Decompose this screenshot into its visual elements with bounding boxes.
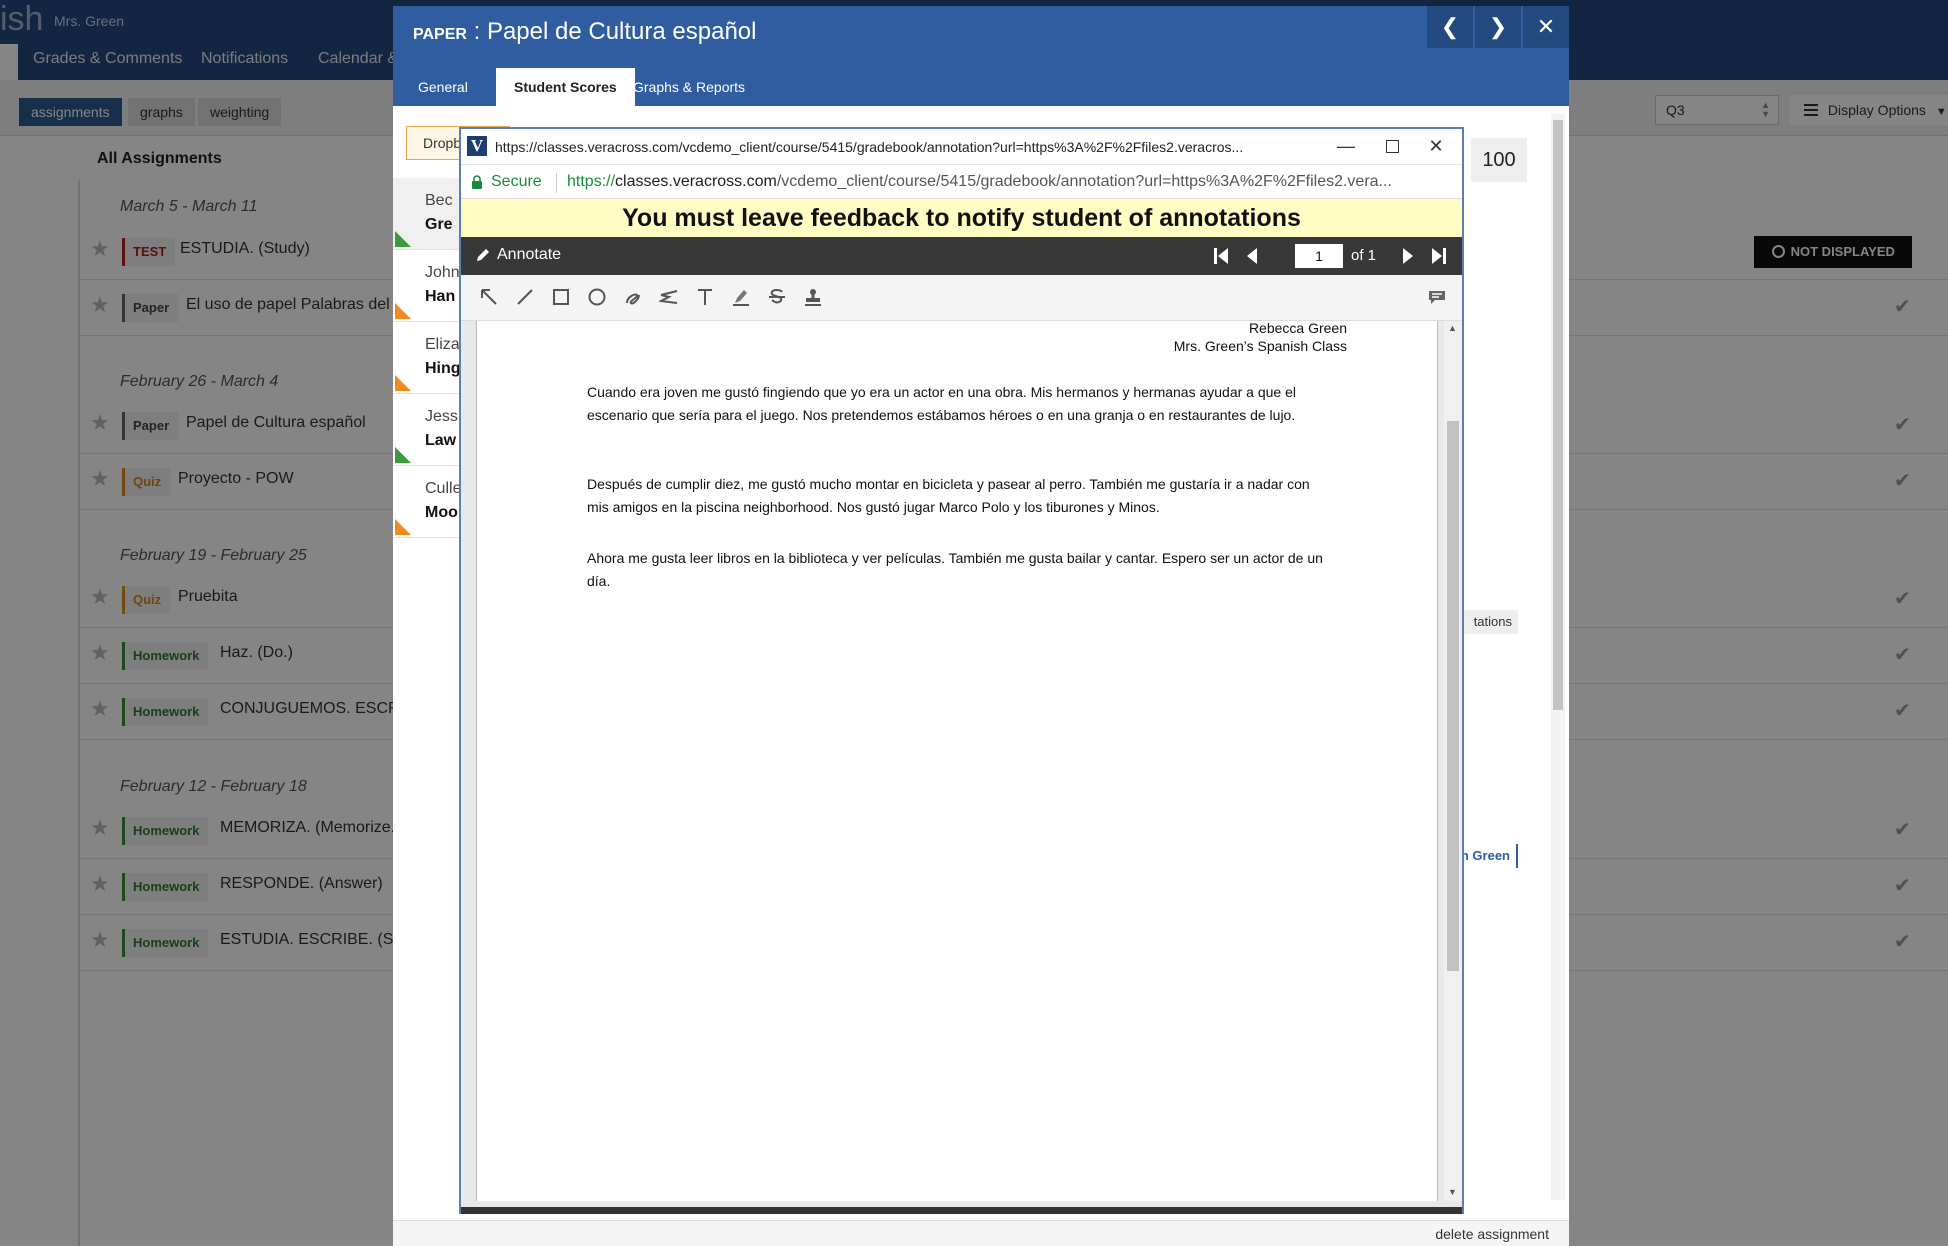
document-paragraph: Ahora me gusta leer libros en la bibliot… [587, 550, 1323, 589]
previous-page-icon[interactable] [1245, 247, 1259, 265]
modal-title: PAPER : Papel de Cultura español [413, 18, 756, 46]
window-close-button[interactable]: ✕ [1407, 129, 1465, 165]
lock-icon [471, 175, 483, 189]
annotate-button[interactable]: Annotate [497, 246, 561, 264]
tab-graphs-reports[interactable]: Graphs & Reports [615, 68, 763, 106]
url-path: /vcdemo_client/course/5415/gradebook/ann… [776, 173, 1392, 190]
close-modal-button[interactable]: ✕ [1523, 6, 1569, 48]
window-titlebar: V https://classes.veracross.com/vcdemo_c… [461, 129, 1462, 165]
chevron-left-icon: ❮ [1440, 14, 1460, 39]
document-class: Mrs. Green’s Spanish Class [1173, 338, 1347, 354]
previous-button[interactable]: ❮ [1427, 6, 1473, 48]
document-viewer: Rebecca Green Mrs. Green’s Spanish Class… [461, 321, 1462, 1207]
status-flag-icon [395, 303, 411, 319]
next-button[interactable]: ❯ [1475, 6, 1521, 48]
address-bar[interactable]: Secure https://classes.veracross.com/vcd… [461, 165, 1462, 199]
annotate-toolbar: Annotate 1 of 1 [461, 237, 1462, 275]
document-paragraph: Después de cumplir diez, me gustó mucho … [587, 476, 1310, 515]
arrow-icon[interactable] [479, 287, 499, 307]
student-last-name: Law [425, 432, 457, 449]
status-flag-icon [395, 231, 411, 247]
address-divider [556, 173, 557, 193]
student-first-name: Bec [425, 192, 453, 209]
max-score: 100 [1471, 138, 1527, 182]
rectangle-icon[interactable] [551, 287, 571, 307]
url-domain: classes.veracross.com [615, 173, 777, 190]
feedback-notice: You must leave feedback to notify studen… [461, 199, 1462, 237]
window-title-url: https://classes.veracross.com/vcdemo_cli… [495, 139, 1244, 155]
freehand-icon[interactable] [623, 287, 643, 307]
text-icon[interactable] [695, 287, 715, 307]
close-icon: ✕ [1536, 14, 1556, 39]
student-first-name: Eliza [425, 336, 460, 353]
tab-student-scores[interactable]: Student Scores [496, 68, 635, 106]
first-page-icon[interactable] [1213, 247, 1229, 265]
scroll-down-icon[interactable]: ▼ [1448, 1187, 1457, 1197]
pencil-icon[interactable] [475, 247, 491, 263]
veracross-logo-icon: V [467, 136, 487, 156]
next-page-icon[interactable] [1401, 247, 1415, 265]
student-first-name: Culle [425, 480, 462, 497]
url-scheme: https:// [567, 173, 616, 190]
title-separator: : [466, 18, 487, 45]
document-paragraph: Cuando era joven me gustó fingiendo que … [587, 384, 1296, 423]
student-first-name: John [425, 264, 460, 281]
secure-label: Secure [491, 173, 542, 190]
comment-icon[interactable] [1427, 287, 1447, 307]
address-url[interactable]: https://classes.veracross.com/vcdemo_cli… [567, 173, 1451, 191]
tab-general[interactable]: General [400, 68, 486, 106]
page-number-input[interactable]: 1 [1295, 244, 1343, 268]
highlighter-icon[interactable] [731, 287, 751, 307]
student-last-name: Hing [425, 360, 461, 377]
assignment-kind: PAPER [413, 26, 467, 43]
document-page[interactable]: Rebecca Green Mrs. Green’s Spanish Class… [476, 321, 1438, 1201]
minimize-icon: — [1337, 136, 1355, 156]
strikeout-icon[interactable] [767, 287, 787, 307]
annotation-window: V https://classes.veracross.com/vcdemo_c… [459, 127, 1464, 1214]
status-flag-icon [395, 519, 411, 535]
modal-header: PAPER : Papel de Cultura español ❮ ❯ ✕ G… [393, 6, 1569, 106]
student-first-name: Jess [425, 408, 458, 425]
stamp-icon[interactable] [803, 287, 823, 307]
modal-scroll-thumb[interactable] [1553, 120, 1563, 710]
assignment-title: Papel de Cultura español [486, 18, 757, 45]
document-scroll-thumb[interactable] [1447, 421, 1459, 971]
line-icon[interactable] [515, 287, 535, 307]
polyline-icon[interactable] [659, 287, 679, 307]
ellipse-icon[interactable] [587, 287, 607, 307]
student-last-name: Gre [425, 216, 453, 233]
status-flag-icon [395, 375, 411, 391]
student-last-name: Moo [425, 504, 458, 521]
close-icon: ✕ [1428, 136, 1444, 156]
status-flag-icon [395, 447, 411, 463]
annotation-tools [461, 275, 1462, 321]
maximize-icon [1385, 140, 1399, 153]
chevron-right-icon: ❯ [1488, 14, 1508, 39]
page-count: of 1 [1351, 247, 1377, 264]
scroll-up-icon[interactable]: ▲ [1448, 323, 1457, 333]
student-last-name: Han [425, 288, 456, 305]
last-page-icon[interactable] [1431, 247, 1447, 265]
modal-footer: delete assignment [393, 1220, 1569, 1246]
window-bottom-bar [461, 1207, 1462, 1214]
delete-assignment-link[interactable]: delete assignment [1435, 1226, 1549, 1242]
